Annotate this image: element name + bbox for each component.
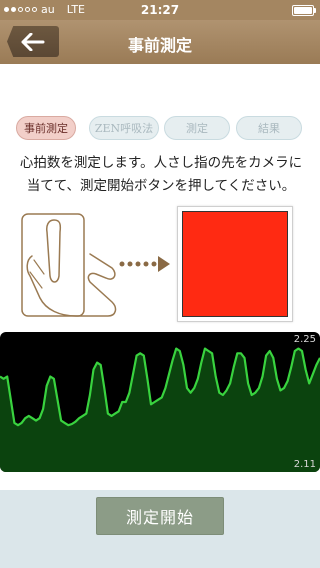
step-result: 結果 [236, 116, 302, 140]
pulse-waveform-fill [0, 348, 320, 472]
start-measurement-button[interactable]: 測定開始 [96, 497, 224, 535]
camera-preview-frame [177, 206, 293, 322]
graph-min-label: 2.11 [293, 459, 316, 470]
status-time: 21:27 [140, 3, 180, 17]
instruction-line-2: 当てて、測定開始ボタンを押してください。 [26, 178, 296, 194]
footer-bar: 測定開始 [0, 490, 320, 568]
instruction-line-1: 心拍数を測定します。人さし指の先をカメラに [19, 155, 303, 171]
arrow-right-icon [119, 256, 170, 272]
navigation-bar: 事前測定 [0, 20, 320, 64]
step-measurement: 測定 [164, 116, 230, 140]
pulse-graph: 2.25 2.11 [0, 332, 320, 472]
step-indicator: 事前測定 ZEN呼吸法 測定 結果 [0, 116, 320, 142]
step-zen-breathing: ZEN呼吸法 [89, 116, 159, 140]
camera-preview [182, 211, 288, 317]
status-bar: au LTE 21:27 [0, 0, 320, 20]
pulse-waveform [0, 347, 320, 472]
graph-max-label: 2.25 [293, 334, 316, 345]
step-pre-measurement: 事前測定 [16, 116, 76, 140]
page-title: 事前測定 [127, 36, 192, 55]
battery-icon [292, 5, 316, 16]
instruction-text: 心拍数を測定します。人さし指の先をカメラに 当てて、測定開始ボタンを押してくださ… [8, 152, 314, 198]
finger-on-phone-illustration [21, 213, 117, 317]
